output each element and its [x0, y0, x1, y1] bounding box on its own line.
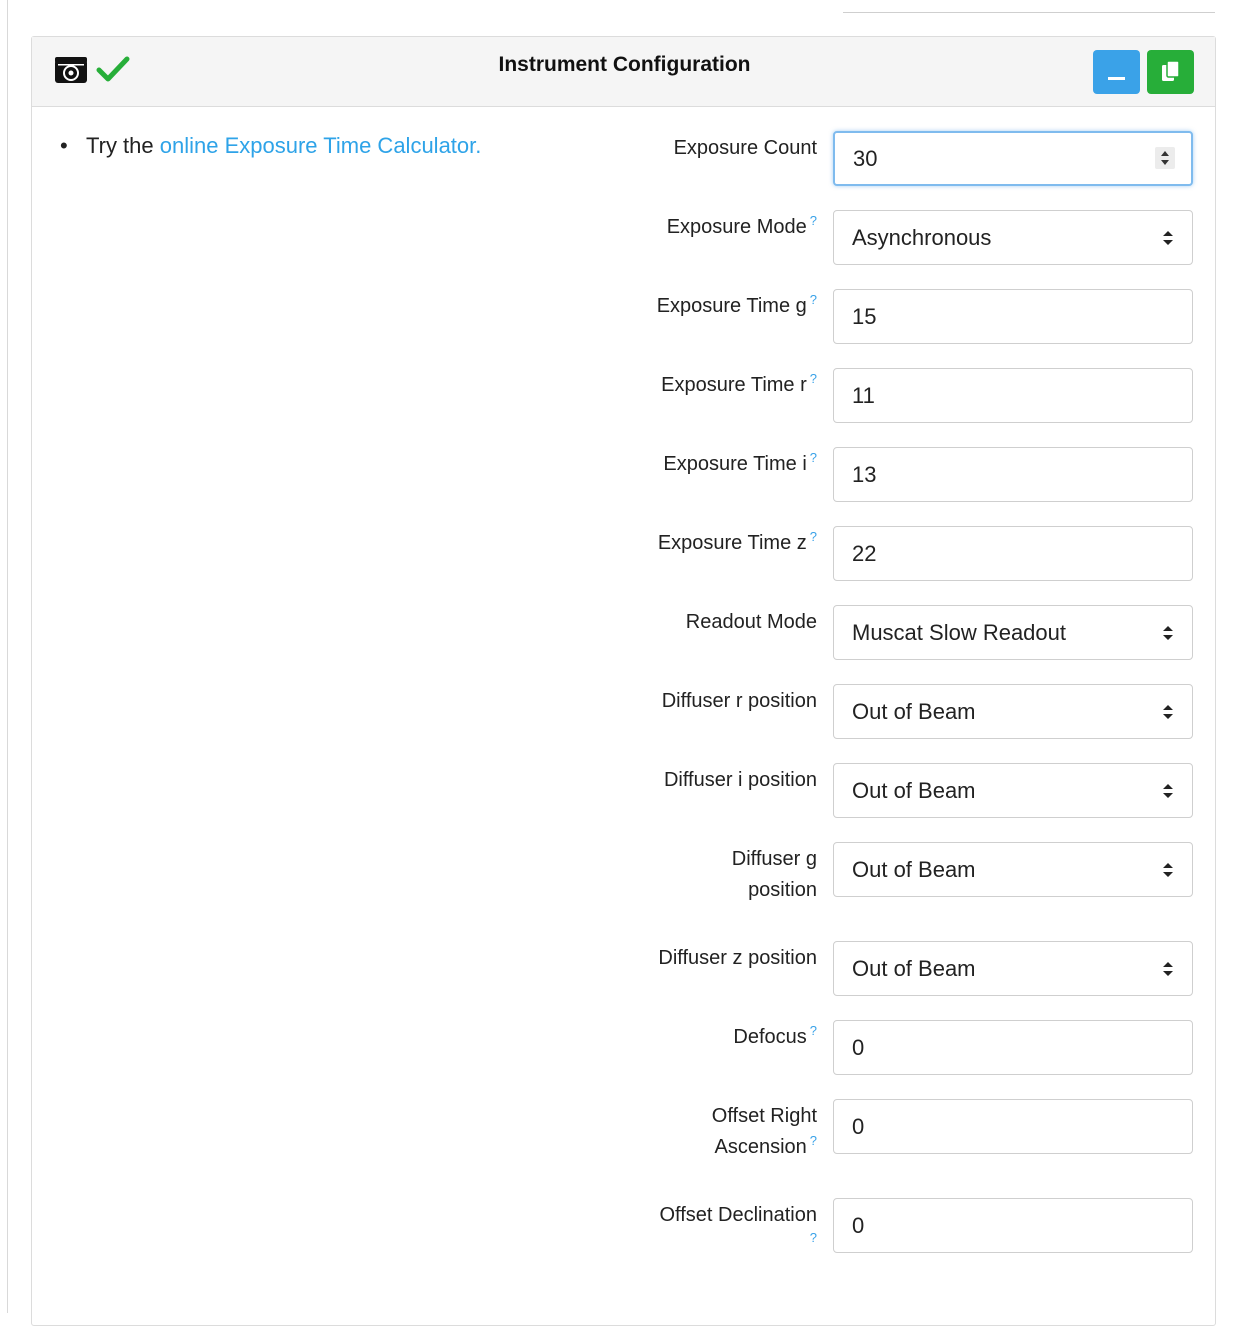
- minimize-button[interactable]: [1093, 50, 1140, 94]
- input-value: 0: [852, 1213, 865, 1238]
- label-text: Offset Declination: [659, 1204, 818, 1226]
- exposure-time-g-input[interactable]: 15: [833, 289, 1193, 344]
- exposure-time-z-input[interactable]: 22: [833, 526, 1193, 581]
- minimize-icon: [1108, 77, 1125, 80]
- select-arrows-icon: [1163, 962, 1173, 976]
- field-label: Exposure Count: [674, 133, 817, 164]
- field-label: Diffuser z position: [658, 943, 817, 974]
- field-label: Diffuser g position: [732, 844, 817, 906]
- exposure-time-r-input[interactable]: 11: [833, 368, 1193, 423]
- label-text: Exposure Mode: [666, 216, 807, 238]
- exposure-count-input[interactable]: 30: [833, 131, 1193, 186]
- left-border: [7, 0, 8, 1313]
- field-label: Defocus?: [733, 1022, 817, 1053]
- label-text: Offset Right: [711, 1105, 817, 1127]
- select-arrows-icon: [1163, 231, 1173, 245]
- diffuser-r-select[interactable]: Out of Beam: [833, 684, 1193, 739]
- select-value: Out of Beam: [852, 956, 976, 981]
- field-label: Offset Right Ascension?: [712, 1101, 817, 1163]
- label-text: Diffuser i position: [663, 769, 817, 791]
- tip-prefix: Try the: [86, 133, 160, 158]
- label-text: Diffuser g: [731, 848, 817, 870]
- defocus-input[interactable]: 0: [833, 1020, 1193, 1075]
- label-text: Exposure Count: [673, 137, 817, 159]
- label-text: Exposure Time z: [657, 532, 807, 554]
- input-value: 15: [852, 304, 877, 329]
- label-text: Exposure Time r: [661, 374, 807, 396]
- help-icon[interactable]: ?: [810, 213, 817, 228]
- diffuser-g-select[interactable]: Out of Beam: [833, 842, 1193, 897]
- select-value: Asynchronous: [852, 225, 992, 250]
- input-value: 30: [853, 146, 878, 171]
- input-value: 11: [852, 383, 875, 408]
- instrument-configuration-panel: Instrument Configuration • Try the online…: [31, 36, 1216, 1326]
- select-value: Muscat Slow Readout: [852, 620, 1066, 645]
- help-icon[interactable]: ?: [810, 1133, 817, 1148]
- label-text: Ascension: [714, 1136, 807, 1158]
- help-icon[interactable]: ?: [810, 1023, 817, 1038]
- input-value: 0: [852, 1114, 865, 1139]
- input-value: 13: [852, 462, 877, 487]
- help-icon[interactable]: ?: [810, 292, 817, 307]
- exposure-mode-select[interactable]: Asynchronous: [833, 210, 1193, 265]
- field-label: Offset Declination?: [660, 1200, 818, 1245]
- field-label: Exposure Time r?: [661, 370, 817, 401]
- label-text: Diffuser r position: [661, 690, 817, 712]
- label-text: Defocus: [733, 1026, 807, 1048]
- label-text: Exposure Time g: [656, 295, 807, 317]
- select-arrows-icon: [1163, 784, 1173, 798]
- help-icon[interactable]: ?: [810, 371, 817, 386]
- help-icon[interactable]: ?: [810, 529, 817, 544]
- previous-field-edge: [843, 0, 1215, 13]
- etc-link[interactable]: online Exposure Time Calculator.: [160, 133, 482, 158]
- panel-header: Instrument Configuration: [32, 37, 1215, 107]
- field-label: Exposure Mode?: [667, 212, 817, 243]
- etc-tip: • Try the online Exposure Time Calculator…: [60, 133, 481, 159]
- offset-ra-input[interactable]: 0: [833, 1099, 1193, 1154]
- label-text: Diffuser z position: [658, 947, 817, 969]
- select-arrows-icon: [1163, 863, 1173, 877]
- copy-button[interactable]: [1147, 50, 1194, 94]
- diffuser-i-select[interactable]: Out of Beam: [833, 763, 1193, 818]
- spinner-icon[interactable]: [1155, 147, 1175, 169]
- select-arrows-icon: [1163, 705, 1173, 719]
- help-icon[interactable]: ?: [660, 1231, 817, 1245]
- label-text: Exposure Time i: [663, 453, 807, 475]
- offset-dec-input[interactable]: 0: [833, 1198, 1193, 1253]
- diffuser-z-select[interactable]: Out of Beam: [833, 941, 1193, 996]
- input-value: 0: [852, 1035, 865, 1060]
- field-label: Diffuser r position: [662, 686, 817, 717]
- field-label: Diffuser i position: [664, 765, 817, 796]
- label-text: Readout Mode: [685, 611, 817, 633]
- select-value: Out of Beam: [852, 699, 976, 724]
- list-bullet: •: [60, 133, 68, 158]
- field-label: Readout Mode: [686, 607, 817, 638]
- readout-mode-select[interactable]: Muscat Slow Readout: [833, 605, 1193, 660]
- field-label: Exposure Time z?: [658, 528, 817, 559]
- label-text: position: [748, 879, 817, 901]
- select-value: Out of Beam: [852, 857, 976, 882]
- help-icon[interactable]: ?: [810, 450, 817, 465]
- exposure-time-i-input[interactable]: 13: [833, 447, 1193, 502]
- copy-icon: [1162, 60, 1180, 81]
- select-value: Out of Beam: [852, 778, 976, 803]
- field-label: Exposure Time i?: [663, 449, 817, 480]
- select-arrows-icon: [1163, 626, 1173, 640]
- field-label: Exposure Time g?: [657, 291, 817, 322]
- input-value: 22: [852, 541, 877, 566]
- panel-title: Instrument Configuration: [498, 53, 751, 76]
